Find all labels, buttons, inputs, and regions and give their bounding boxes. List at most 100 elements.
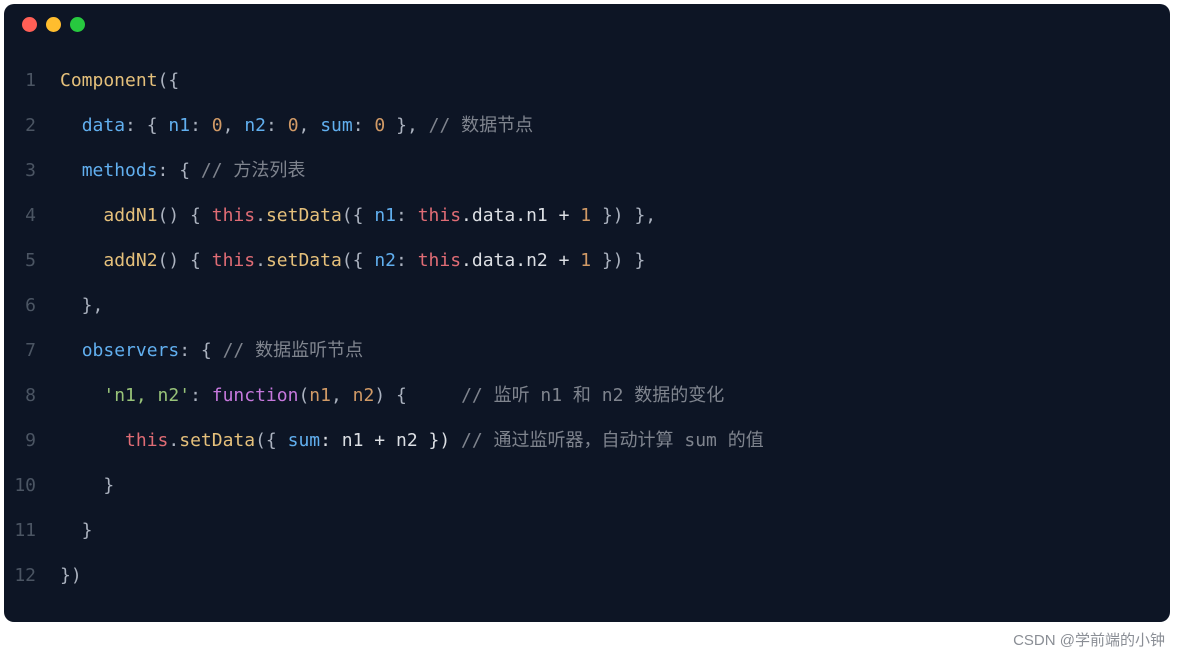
code-line: 6 }, (4, 283, 1170, 328)
code-token: // 方法列表 (201, 160, 306, 181)
minimize-icon[interactable] (46, 17, 61, 32)
code-content: methods: { // 方法列表 (60, 148, 305, 193)
line-number: 5 (4, 238, 60, 283)
code-content: } (60, 463, 114, 508)
line-number: 12 (4, 553, 60, 598)
code-content: } (60, 508, 93, 553)
close-icon[interactable] (22, 17, 37, 32)
maximize-icon[interactable] (70, 17, 85, 32)
line-number: 8 (4, 373, 60, 418)
code-token: sum (320, 115, 353, 136)
code-token: ( (298, 385, 309, 406)
code-token (60, 205, 103, 226)
code-token: : (396, 250, 418, 271)
code-token (60, 115, 82, 136)
code-token: , (223, 115, 245, 136)
code-token: . (255, 250, 266, 271)
line-number: 6 (4, 283, 60, 328)
code-token: 1 (580, 250, 591, 271)
code-token: // 通过监听器，自动计算 sum 的值 (461, 430, 764, 451)
code-token: } (60, 520, 93, 541)
code-token: n1 (374, 205, 396, 226)
code-editor: 1Component({2 data: { n1: 0, n2: 0, sum:… (4, 44, 1170, 622)
code-token: n1 (309, 385, 331, 406)
code-token: n1 (168, 115, 190, 136)
code-token: : (190, 115, 212, 136)
code-token: () { (158, 250, 212, 271)
code-token (60, 340, 82, 361)
line-number: 11 (4, 508, 60, 553)
code-token: setData (266, 205, 342, 226)
code-token: data (82, 115, 125, 136)
code-line: 8 'n1, n2': function(n1, n2) { // 监听 n1 … (4, 373, 1170, 418)
code-token: ({ (342, 205, 375, 226)
code-token: : (353, 115, 375, 136)
code-token: : (396, 205, 418, 226)
line-number: 3 (4, 148, 60, 193)
code-line: 5 addN2() { this.setData({ n2: this.data… (4, 238, 1170, 283)
code-token: this (418, 205, 461, 226)
code-token: addN1 (103, 205, 157, 226)
code-content: Component({ (60, 58, 179, 103)
code-token: this (125, 430, 168, 451)
code-token: n2 (244, 115, 266, 136)
code-content: }, (60, 283, 103, 328)
code-token: this (212, 250, 255, 271)
code-token: methods (82, 160, 158, 181)
code-token: }) } (591, 250, 645, 271)
code-token: ({ (342, 250, 375, 271)
code-token: n2 (353, 385, 375, 406)
code-token: }, (60, 295, 103, 316)
window-titlebar (4, 4, 1170, 44)
code-token: . (168, 430, 179, 451)
line-number: 4 (4, 193, 60, 238)
code-token: : { (179, 340, 222, 361)
code-token: n2 (374, 250, 396, 271)
code-token: , (299, 115, 321, 136)
code-token: observers (82, 340, 180, 361)
code-token: 0 (288, 115, 299, 136)
code-token: () { (158, 205, 212, 226)
code-token: sum (288, 430, 321, 451)
code-token (60, 250, 103, 271)
code-content: observers: { // 数据监听节点 (60, 328, 363, 373)
code-token: this (212, 205, 255, 226)
code-token: . (255, 205, 266, 226)
code-line: 12}) (4, 553, 1170, 598)
code-token: setData (179, 430, 255, 451)
code-token: : (266, 115, 288, 136)
code-token: ) { (374, 385, 461, 406)
code-token: .data.n1 + (461, 205, 580, 226)
code-content: }) (60, 553, 82, 598)
code-token: }) (60, 565, 82, 586)
code-line: 7 observers: { // 数据监听节点 (4, 328, 1170, 373)
line-number: 7 (4, 328, 60, 373)
line-number: 9 (4, 418, 60, 463)
code-token: Component (60, 70, 158, 91)
code-token: // 数据监听节点 (223, 340, 364, 361)
code-content: data: { n1: 0, n2: 0, sum: 0 }, // 数据节点 (60, 103, 533, 148)
code-token: ({ (255, 430, 288, 451)
code-line: 3 methods: { // 方法列表 (4, 148, 1170, 193)
code-token: // 数据节点 (429, 115, 534, 136)
code-token: 0 (374, 115, 385, 136)
code-line: 2 data: { n1: 0, n2: 0, sum: 0 }, // 数据节… (4, 103, 1170, 148)
code-content: addN1() { this.setData({ n1: this.data.n… (60, 193, 656, 238)
code-content: addN2() { this.setData({ n2: this.data.n… (60, 238, 645, 283)
code-line: 4 addN1() { this.setData({ n1: this.data… (4, 193, 1170, 238)
code-token: }) }, (591, 205, 656, 226)
code-token (60, 160, 82, 181)
code-content: 'n1, n2': function(n1, n2) { // 监听 n1 和 … (60, 373, 724, 418)
code-token: setData (266, 250, 342, 271)
line-number: 1 (4, 58, 60, 103)
code-line: 9 this.setData({ sum: n1 + n2 }) // 通过监听… (4, 418, 1170, 463)
line-number: 10 (4, 463, 60, 508)
watermark-text: CSDN @学前端的小钟 (1013, 629, 1165, 650)
code-token: }, (385, 115, 428, 136)
code-token: : (190, 385, 212, 406)
code-token: // 监听 n1 和 n2 数据的变化 (461, 385, 724, 406)
code-line: 1Component({ (4, 58, 1170, 103)
code-token: ({ (158, 70, 180, 91)
code-token: 0 (212, 115, 223, 136)
code-token (60, 385, 103, 406)
